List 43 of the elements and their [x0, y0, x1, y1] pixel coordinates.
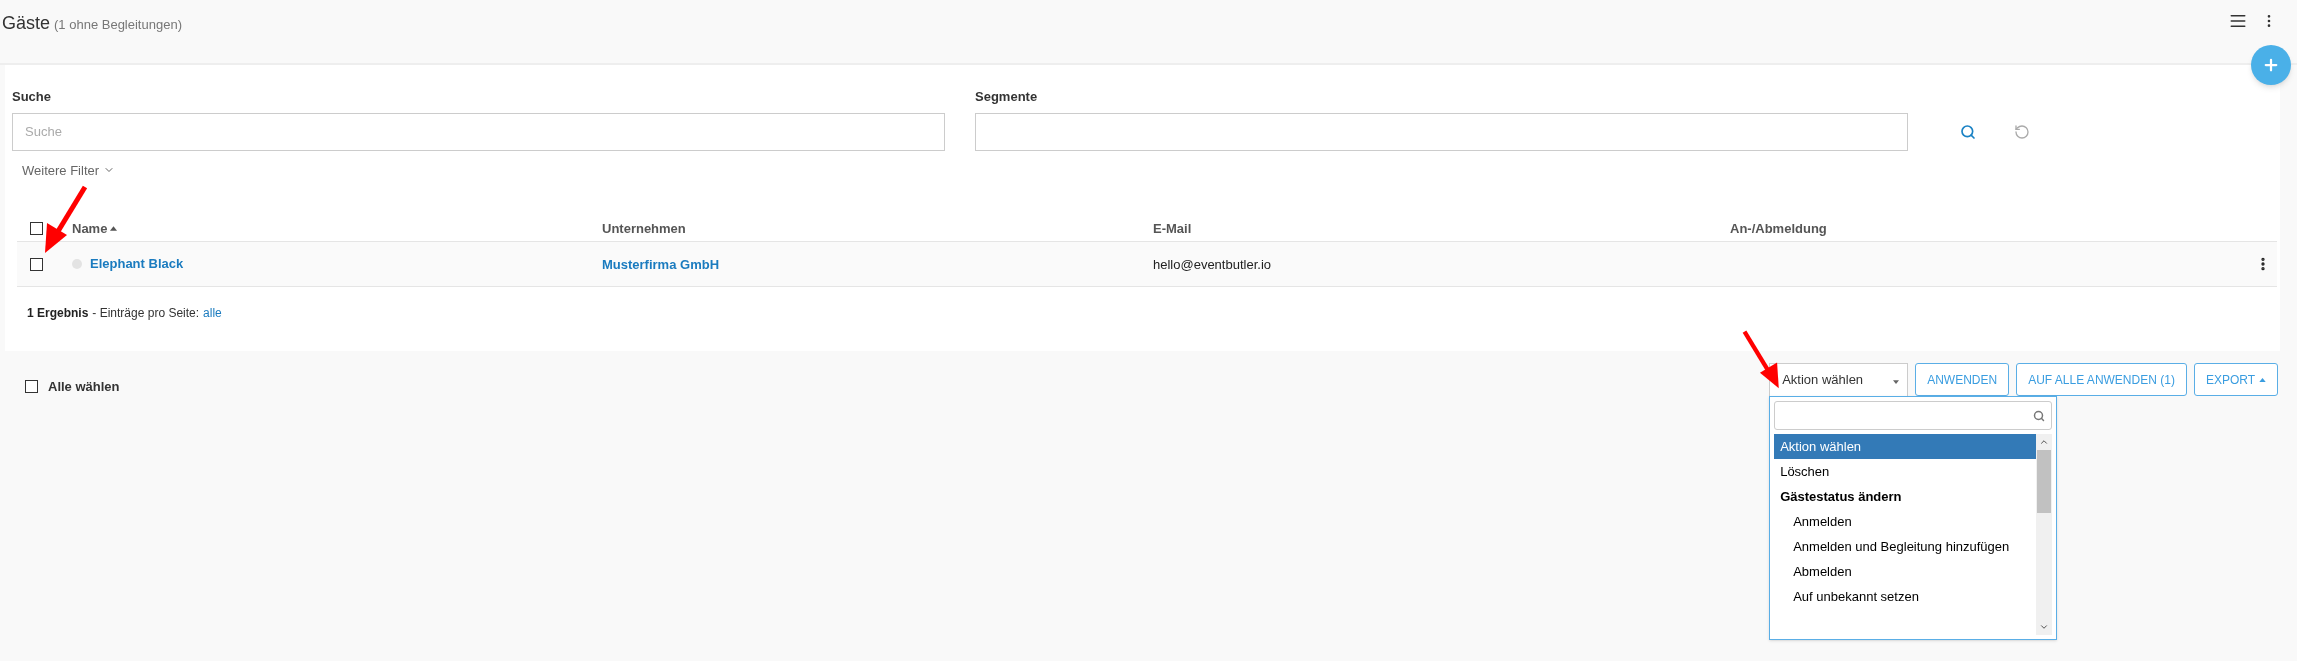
select-all-label: Alle wählen	[48, 378, 120, 396]
option-group-label: Gästestatus ändern	[1779, 487, 1903, 506]
column-header[interactable]: Name	[72, 218, 108, 239]
caret-icon	[2259, 377, 2266, 382]
dropdown-option[interactable]: Anmelden und Begleitung hinzufügen	[1774, 534, 2037, 559]
dropdown-option[interactable]: Auf unbekannt setzen	[1774, 584, 2037, 609]
per-page-label: - Einträge pro Seite:	[92, 305, 200, 322]
segments-field[interactable]	[975, 112, 1908, 151]
search-icon[interactable]	[1960, 123, 1976, 140]
company-link[interactable]: Musterfirma GmbH	[602, 257, 720, 272]
scroll-up-icon[interactable]	[2039, 437, 2050, 447]
scrollbar[interactable]	[2036, 434, 2053, 635]
page-title: Gäste	[2, 12, 51, 35]
add-button[interactable]	[2251, 45, 2291, 85]
caret-icon	[110, 226, 118, 231]
column-header[interactable]: E-Mail	[1153, 218, 1192, 239]
more-filters-toggle[interactable]: Weitere Filter	[22, 160, 116, 180]
dropdown-option[interactable]: Löschen	[1774, 459, 2037, 484]
dropdown-search-field[interactable]	[1774, 401, 2053, 430]
select-all-checkbox[interactable]	[25, 380, 38, 394]
dropdown-option[interactable]: Anmelden	[1774, 509, 2037, 534]
scrollbar-thumb[interactable]	[2037, 450, 2052, 513]
dropdown-option[interactable]: Abmelden	[1774, 559, 2037, 584]
result-count: 1 Ergebnis	[27, 305, 89, 322]
per-page-link[interactable]: alle	[203, 304, 222, 322]
page-subtitle: (1 ohne Begleitungen)	[54, 16, 182, 34]
search-icon	[2033, 409, 2046, 422]
list-view-icon[interactable]	[2229, 12, 2247, 30]
column-header[interactable]: Unternehmen	[602, 218, 686, 239]
select-all-checkbox[interactable]	[30, 222, 43, 235]
plus-icon	[2262, 56, 2280, 74]
filter-label: Suche	[12, 88, 52, 106]
filter-label: Segmente	[975, 88, 1039, 106]
reset-icon[interactable]	[2014, 123, 2030, 140]
email-cell: hello@eventbutler.io	[1153, 257, 1271, 272]
row-checkbox[interactable]	[30, 257, 43, 271]
dropdown-option[interactable]: Aktion wählen	[1774, 434, 2037, 459]
column-header[interactable]: An-/Abmeldung	[1730, 218, 1827, 239]
search-field[interactable]: Suche	[12, 112, 945, 151]
caret-icon	[1893, 380, 1900, 384]
guest-name-link[interactable]: Elephant Black	[90, 254, 184, 274]
action-select[interactable]: Aktion wählen	[1769, 363, 1909, 396]
scroll-down-icon[interactable]	[2039, 622, 2050, 632]
